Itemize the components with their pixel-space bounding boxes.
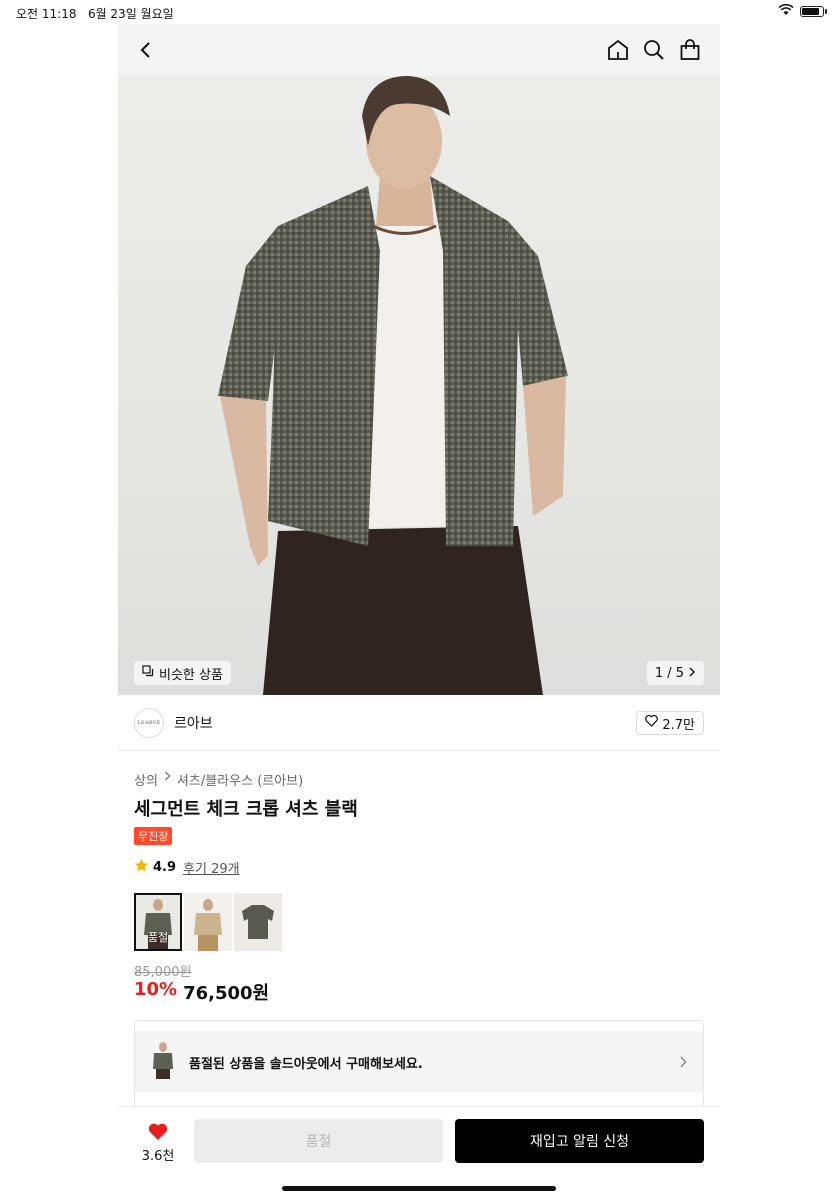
star-icon <box>134 858 149 877</box>
wifi-icon <box>778 3 794 19</box>
chevron-right-icon <box>679 1053 687 1072</box>
image-page-counter[interactable]: 1 / 5 <box>646 661 704 685</box>
soldout-banner-text: 품절된 상품을 솔드아웃에서 구매해보세요. <box>189 1056 423 1072</box>
breadcrumb: 상의 셔츠/블라우스 (르아브) <box>134 770 303 789</box>
product-page: 비슷한 상품 1 / 5 LEARVE 르아브 2.7만 상의 셔츠/블라우스 … <box>118 24 720 1200</box>
soldout-banner: 품절된 상품을 솔드아웃에서 구매해보세요. <box>134 1020 704 1110</box>
color-swatches: 품절 <box>134 893 282 951</box>
price-row: 10% 76,500원 <box>134 979 269 1005</box>
brand-row[interactable]: LEARVE 르아브 2.7만 <box>118 695 720 751</box>
product-like-button[interactable]: 3.6천 <box>134 1119 182 1167</box>
rating-score: 4.9 <box>153 860 177 875</box>
reviews-link[interactable]: 후기 29개 <box>183 858 240 877</box>
brand-name[interactable]: 르아브 <box>174 713 213 733</box>
breadcrumb-subcategory[interactable]: 셔츠/블라우스 (르아브) <box>177 770 303 789</box>
chevron-right-icon <box>688 666 696 681</box>
soldout-link[interactable]: 품절된 상품을 솔드아웃에서 구매해보세요. <box>135 1031 703 1093</box>
model-photo <box>218 76 568 695</box>
soldout-button: 품절 <box>194 1119 443 1163</box>
brand-logo[interactable]: LEARVE <box>134 707 164 738</box>
back-arrow-icon[interactable] <box>132 36 160 64</box>
product-title: 세그먼트 체크 크롭 셔츠 블랙 <box>134 799 358 820</box>
status-time: 오전 11:18 6월 23일 월요일 <box>16 7 174 21</box>
chevron-right-icon <box>164 770 171 789</box>
shopping-bag-icon[interactable] <box>676 36 704 64</box>
top-nav <box>118 24 720 76</box>
brand-like-count: 2.7만 <box>662 717 695 733</box>
brand-like-button[interactable]: 2.7만 <box>636 711 704 735</box>
product-badge: 무진장 <box>134 827 173 845</box>
breadcrumb-category[interactable]: 상의 <box>134 770 158 789</box>
heart-filled-icon <box>148 1123 168 1145</box>
swatch-soldout-label: 품절 <box>147 931 169 944</box>
image-counter-text: 1 / 5 <box>654 665 684 681</box>
rating-row: 4.9 후기 29개 <box>134 858 240 877</box>
copy-icon <box>142 665 154 681</box>
swatch-flat-lay[interactable] <box>234 893 282 951</box>
product-like-count: 3.6천 <box>141 1148 175 1164</box>
product-thumbnail <box>151 1041 175 1083</box>
similar-products-button[interactable]: 비슷한 상품 <box>134 661 231 685</box>
battery-icon <box>800 6 827 17</box>
swatch-black[interactable]: 품절 <box>134 893 182 951</box>
status-bar: 오전 11:18 6월 23일 월요일 <box>0 0 838 24</box>
home-indicator[interactable] <box>282 1186 556 1191</box>
original-price: 85,000원 <box>134 965 192 980</box>
restock-alert-button[interactable]: 재입고 알림 신청 <box>455 1119 704 1163</box>
similar-products-label: 비슷한 상품 <box>159 667 223 683</box>
swatch-beige[interactable] <box>184 893 232 951</box>
home-icon[interactable] <box>604 36 632 64</box>
product-image[interactable]: 비슷한 상품 1 / 5 <box>118 76 720 695</box>
heart-outline-icon <box>645 714 659 731</box>
discount-rate: 10% <box>134 979 178 1000</box>
sale-price: 76,500원 <box>183 983 270 1004</box>
search-icon[interactable] <box>640 36 668 64</box>
